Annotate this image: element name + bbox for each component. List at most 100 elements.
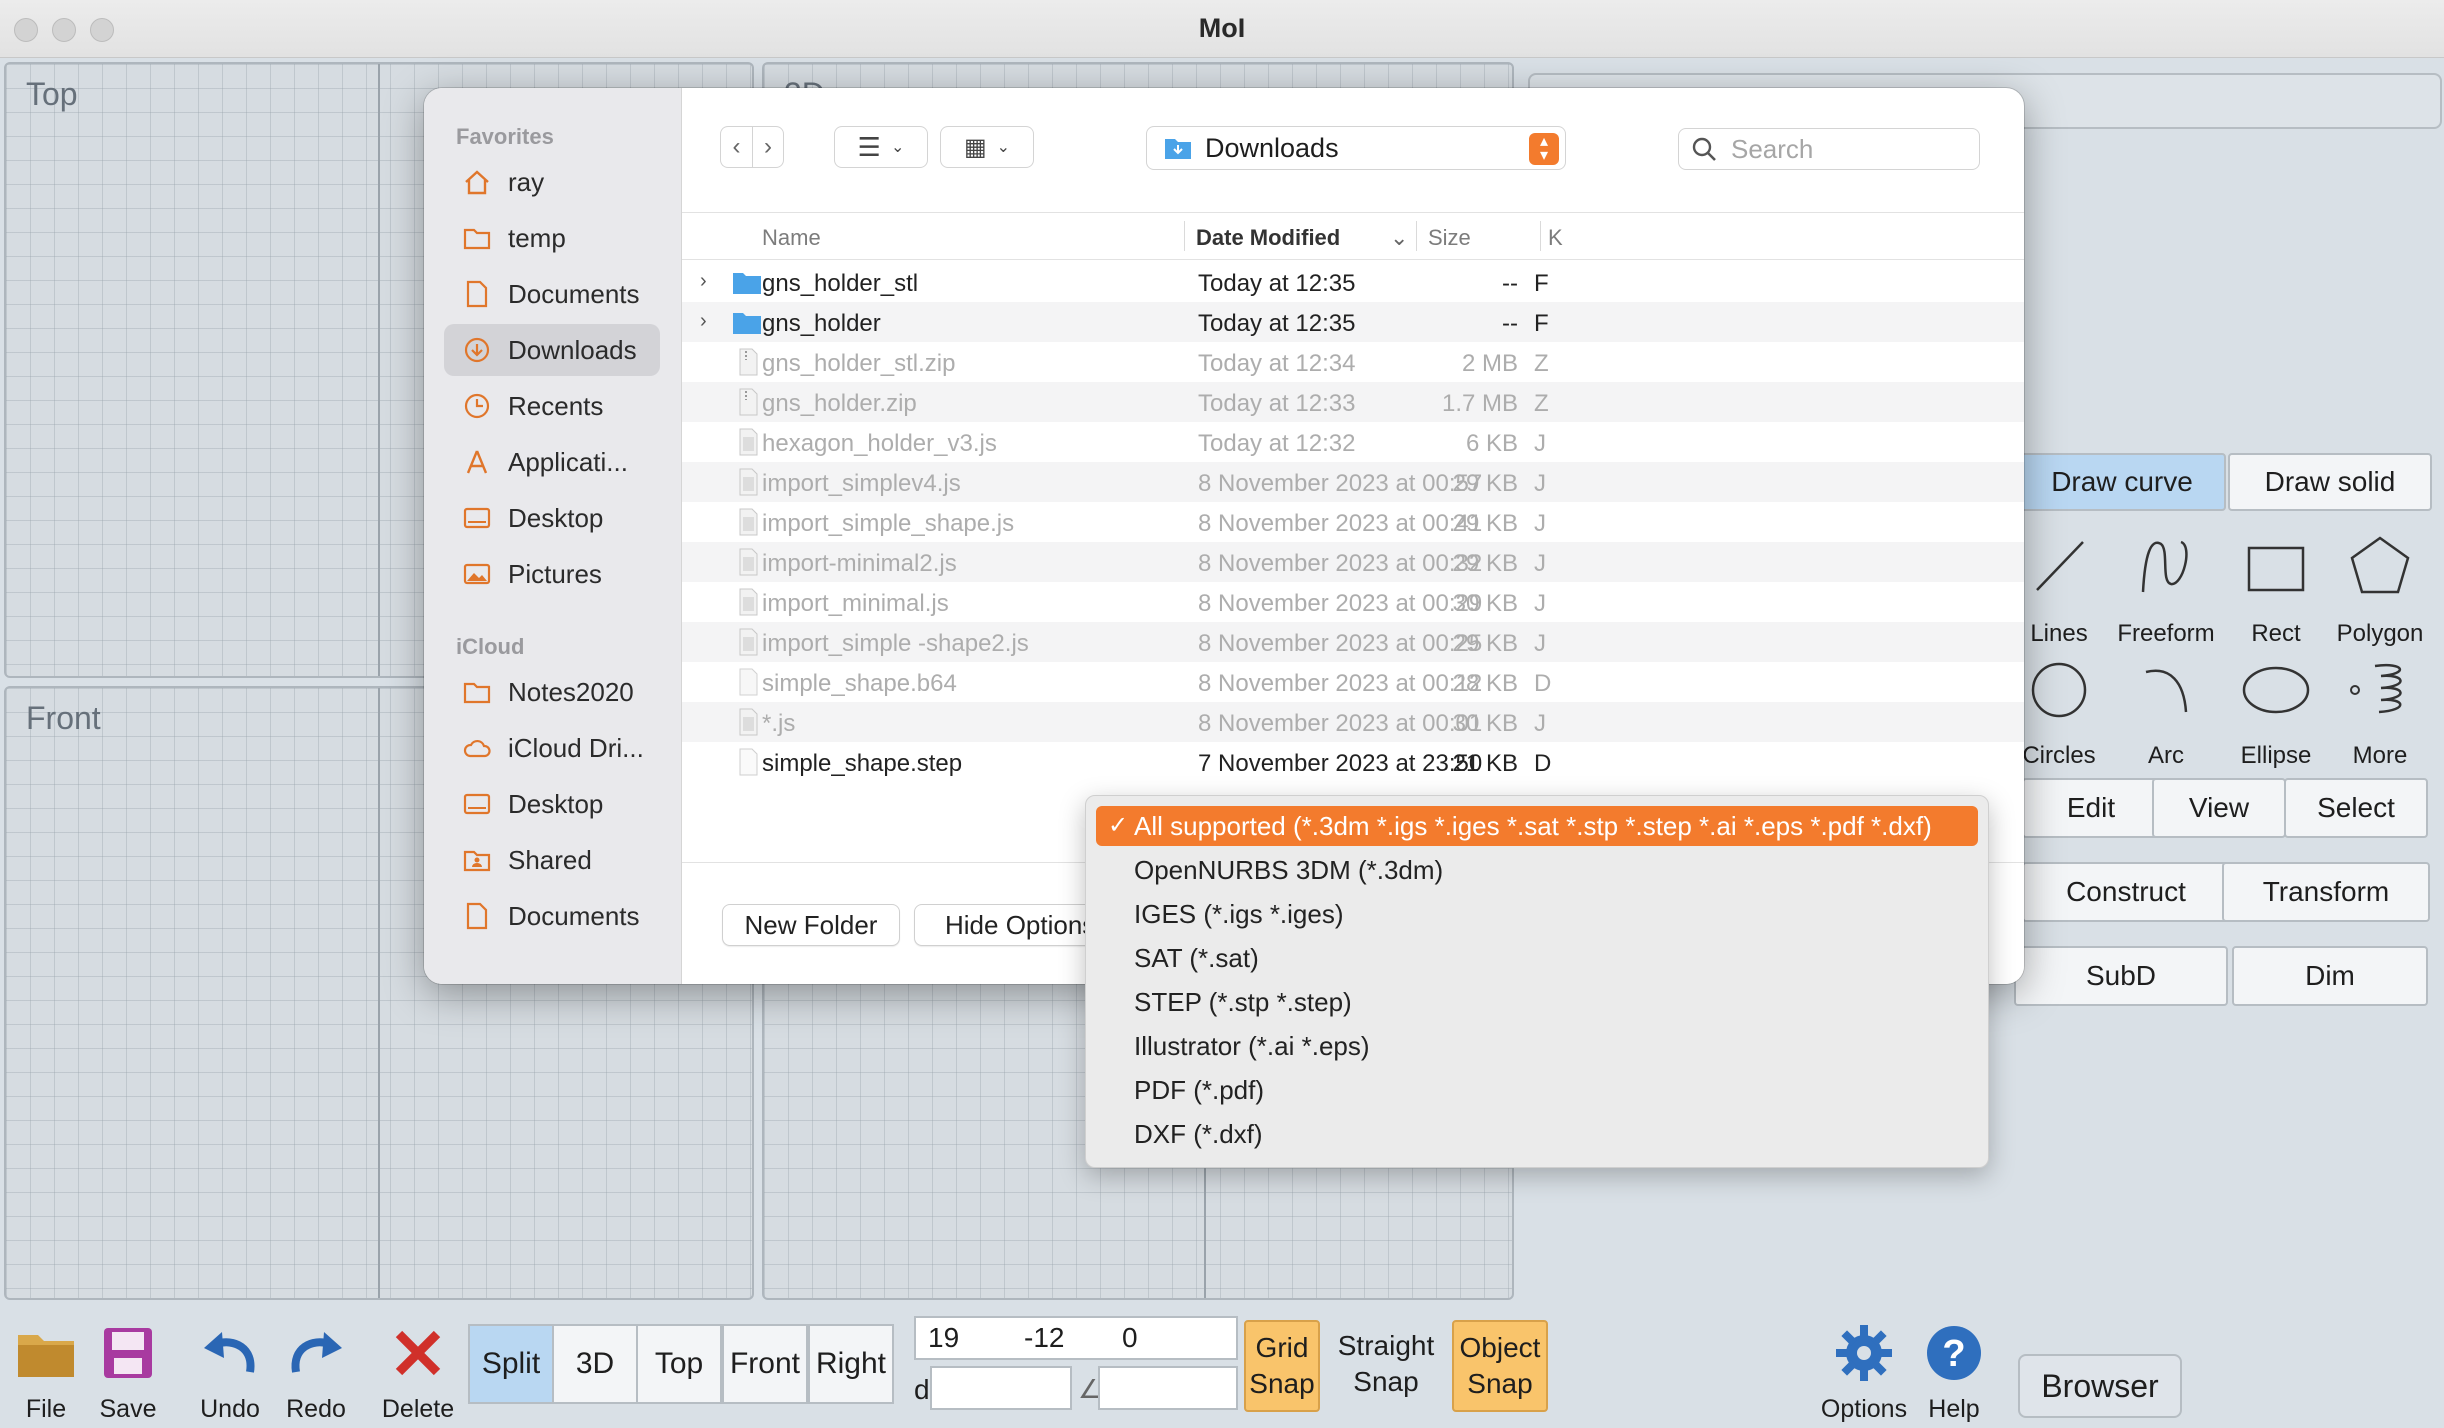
more-tool[interactable]: More xyxy=(2324,650,2436,770)
rect-tool[interactable]: Rect xyxy=(2220,528,2332,648)
file-row: import_simple_shape.js 8 November 2023 a… xyxy=(682,502,2024,542)
grid-icon: ▦ xyxy=(963,133,987,161)
list-view-button[interactable]: ☰ ⌄ xyxy=(834,126,928,168)
sidebar-item-pictures[interactable]: Pictures xyxy=(444,548,660,600)
script-file-icon xyxy=(739,508,758,536)
file-type-option-illustrator[interactable]: Illustrator (*.ai *.eps) xyxy=(1096,1026,1978,1066)
script-file-icon xyxy=(739,708,758,736)
sidebar-item-downloads[interactable]: Downloads xyxy=(444,324,660,376)
save-label: Save xyxy=(99,1395,157,1423)
disclosure-triangle-icon[interactable]: › xyxy=(700,270,707,293)
draw-curve-tab[interactable]: Draw curve xyxy=(2018,453,2226,511)
file-date: Today at 12:33 xyxy=(1198,390,1356,417)
undo-button[interactable]: Undo xyxy=(184,1318,276,1426)
file-type-option-3dm[interactable]: OpenNURBS 3DM (*.3dm) xyxy=(1096,850,1978,890)
top-view-button[interactable]: Top xyxy=(636,1324,722,1404)
file-row[interactable]: simple_shape.step 7 November 2023 at 23:… xyxy=(682,742,2024,782)
sidebar-item-applications[interactable]: Applicati... xyxy=(444,436,660,488)
icon-view-button[interactable]: ▦ ⌄ xyxy=(940,126,1034,168)
folder-icon xyxy=(18,1335,74,1377)
download-circle-icon xyxy=(464,337,490,363)
straight-snap-toggle[interactable]: Straight Snap xyxy=(1330,1320,1442,1412)
file-size: 29 KB xyxy=(1452,510,1518,537)
sidebar-item-desktop[interactable]: Desktop xyxy=(444,492,660,544)
hide-options-button[interactable]: Hide Options xyxy=(914,904,1104,946)
delete-button[interactable]: Delete xyxy=(372,1318,464,1426)
option-label: SAT (*.sat) xyxy=(1134,943,1259,973)
grid-axis xyxy=(378,688,380,1298)
file-type-option-step[interactable]: STEP (*.stp *.step) xyxy=(1096,982,1978,1022)
new-folder-button[interactable]: New Folder xyxy=(722,904,900,946)
forward-button[interactable]: › xyxy=(752,126,784,168)
sidebar-item-documents[interactable]: Documents xyxy=(444,268,660,320)
home-icon xyxy=(465,170,489,195)
grid-snap-toggle[interactable]: Grid Snap xyxy=(1244,1320,1320,1412)
freeform-tool[interactable]: Freeform xyxy=(2110,528,2222,648)
picture-icon xyxy=(463,563,491,585)
3d-view-button[interactable]: 3D xyxy=(552,1324,638,1404)
file-row[interactable]: › gns_holder Today at 12:35 -- F xyxy=(682,302,2024,342)
kind-column-header[interactable]: K xyxy=(1548,225,1563,251)
sidebar-item-shared[interactable]: Shared xyxy=(444,834,660,886)
browser-button[interactable]: Browser xyxy=(2018,1354,2182,1418)
sidebar-item-icloud-drive[interactable]: iCloud Dri... xyxy=(444,722,660,774)
file-kind: Z xyxy=(1534,390,1549,417)
construct-button[interactable]: Construct xyxy=(2022,862,2230,922)
right-view-button[interactable]: Right xyxy=(808,1324,894,1404)
size-column-header[interactable]: Size xyxy=(1428,225,1471,251)
redo-button[interactable]: Redo xyxy=(270,1318,362,1426)
back-button[interactable]: ‹ xyxy=(720,126,752,168)
date-column-header[interactable]: Date Modified xyxy=(1196,225,1340,251)
rectangle-icon xyxy=(2247,546,2305,592)
name-column-header[interactable]: Name xyxy=(762,225,821,251)
options-button[interactable]: Options xyxy=(1816,1318,1912,1426)
script-file-icon xyxy=(739,548,758,576)
file-row: gns_holder.zip Today at 12:33 1.7 MB Z xyxy=(682,382,2024,422)
help-button[interactable]: ? Help xyxy=(1908,1318,2000,1426)
sidebar-item-notes2020[interactable]: Notes2020 xyxy=(444,666,660,718)
split-view-button[interactable]: Split xyxy=(468,1324,554,1404)
file-row[interactable]: › gns_holder_stl Today at 12:35 -- F xyxy=(682,262,2024,302)
file-name: gns_holder xyxy=(762,310,881,337)
straight-snap-label-1: Straight xyxy=(1337,1330,1435,1361)
ellipse-tool[interactable]: Ellipse xyxy=(2220,650,2332,770)
file-type-option-sat[interactable]: SAT (*.sat) xyxy=(1096,938,1978,978)
location-popup[interactable]: Downloads ▴ ▾ xyxy=(1146,126,1566,170)
file-name: import_simple_shape.js xyxy=(762,510,1015,537)
file-type-option-dxf[interactable]: DXF (*.dxf) xyxy=(1096,1114,1978,1154)
object-snap-toggle[interactable]: Object Snap xyxy=(1452,1320,1548,1412)
arc-tool[interactable]: Arc xyxy=(2110,650,2222,770)
options-label: Options xyxy=(1820,1395,1908,1423)
edit-button[interactable]: Edit xyxy=(2022,778,2160,838)
transform-button[interactable]: Transform xyxy=(2222,862,2430,922)
distance-input[interactable] xyxy=(930,1366,1072,1410)
column-header: Name Date Modified ⌄ Size K xyxy=(682,212,2024,260)
file-kind: D xyxy=(1534,750,1552,777)
draw-solid-tab[interactable]: Draw solid xyxy=(2228,453,2432,511)
file-type-option-all-supported[interactable]: ✓ All supported (*.3dm *.igs *.iges *.sa… xyxy=(1096,806,1978,846)
sidebar-item-ray[interactable]: ray xyxy=(444,156,660,208)
select-button[interactable]: Select xyxy=(2284,778,2428,838)
help-question-icon: ? xyxy=(1927,1326,1981,1380)
file-button[interactable]: File xyxy=(0,1318,92,1426)
search-field[interactable]: Search xyxy=(1678,128,1980,170)
sidebar-item-recents[interactable]: Recents xyxy=(444,380,660,432)
sidebar-item-icloud-documents[interactable]: Documents xyxy=(444,890,660,942)
disclosure-triangle-icon[interactable]: › xyxy=(700,310,707,333)
sidebar-item-icloud-desktop[interactable]: Desktop xyxy=(444,778,660,830)
angle-input[interactable] xyxy=(1098,1366,1238,1410)
redo-label: Redo xyxy=(286,1395,346,1423)
front-view-button[interactable]: Front xyxy=(722,1324,808,1404)
sidebar-item-label: Desktop xyxy=(508,788,604,819)
file-type-option-pdf[interactable]: PDF (*.pdf) xyxy=(1096,1070,1978,1110)
subd-button[interactable]: SubD xyxy=(2014,946,2228,1006)
save-button[interactable]: Save xyxy=(82,1318,174,1426)
script-file-icon xyxy=(739,628,758,656)
sidebar-item-temp[interactable]: temp xyxy=(444,212,660,264)
polygon-tool[interactable]: Polygon xyxy=(2324,528,2436,648)
dim-button[interactable]: Dim xyxy=(2232,946,2428,1006)
coordinate-input[interactable]: 19 -12 0 xyxy=(914,1316,1238,1360)
sidebar-item-label: Documents xyxy=(508,278,640,309)
view-button[interactable]: View xyxy=(2152,778,2286,838)
file-type-option-iges[interactable]: IGES (*.igs *.iges) xyxy=(1096,894,1978,934)
